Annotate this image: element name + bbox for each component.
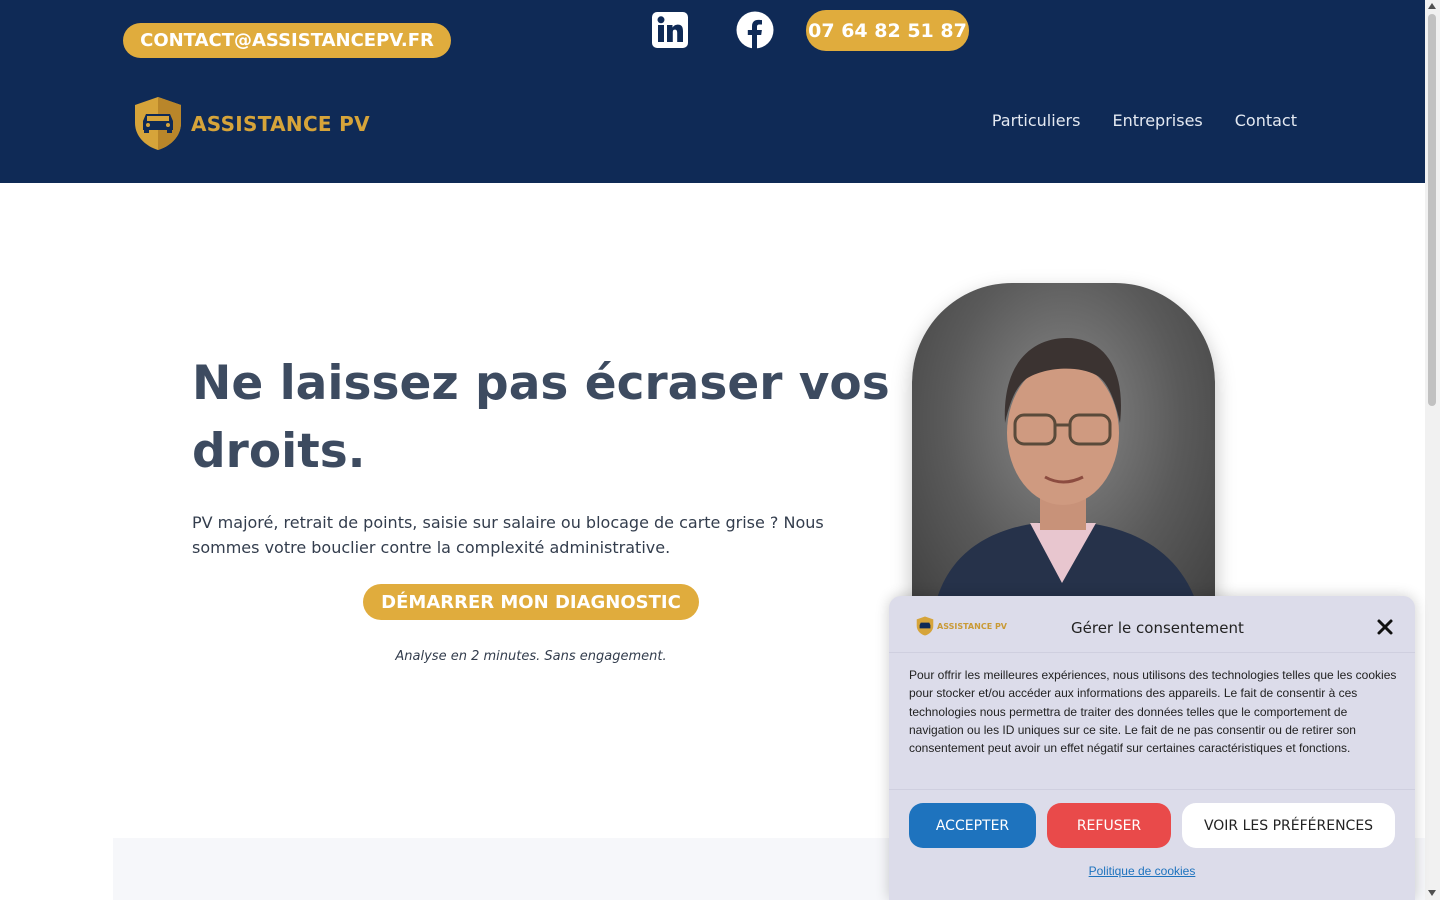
contact-email-button[interactable]: CONTACT@ASSISTANCEPV.FR [123, 23, 451, 58]
scroll-thumb[interactable] [1428, 14, 1436, 406]
shield-car-icon [135, 97, 181, 150]
page-scrollbar[interactable] [1425, 0, 1440, 900]
cta-note: Analyse en 2 minutes. Sans engagement. [395, 649, 667, 664]
linkedin-icon[interactable] [651, 11, 689, 49]
logo-text: ASSISTANCE PV [191, 111, 370, 136]
cookie-policy-link[interactable]: Politique de cookies [889, 864, 1395, 878]
site-header: CONTACT@ASSISTANCEPV.FR 07 64 82 51 87 A… [0, 0, 1425, 183]
portrait-photo [912, 283, 1215, 623]
cookie-consent-banner: ASSISTANCE PV Gérer le consentement Pour… [889, 596, 1415, 900]
consent-logo-text: ASSISTANCE PV [937, 621, 1007, 631]
scroll-up-arrow-icon[interactable] [1428, 3, 1436, 9]
consent-title: Gérer le consentement [1071, 619, 1244, 637]
facebook-icon[interactable] [736, 11, 774, 49]
hero-description: PV majoré, retrait de points, saisie sur… [192, 513, 824, 557]
site-logo[interactable]: ASSISTANCE PV [133, 96, 370, 151]
nav-particuliers[interactable]: Particuliers [992, 111, 1081, 130]
hero-title: Ne laissez pas écraser vos droits. [192, 356, 890, 479]
nav-entreprises[interactable]: Entreprises [1112, 111, 1202, 130]
consent-divider [889, 789, 1415, 790]
consent-logo: ASSISTANCE PV [916, 616, 1007, 636]
view-preferences-button[interactable]: VOIR LES PRÉFÉRENCES [1182, 803, 1395, 848]
consent-header: ASSISTANCE PV Gérer le consentement [889, 596, 1415, 653]
start-diagnostic-button[interactable]: DÉMARRER MON DIAGNOSTIC [363, 584, 699, 620]
scroll-down-arrow-icon[interactable] [1428, 890, 1436, 896]
nav-contact[interactable]: Contact [1235, 111, 1297, 130]
consent-message: Pour offrir les meilleures expériences, … [909, 668, 1397, 756]
phone-button[interactable]: 07 64 82 51 87 [806, 10, 969, 51]
shield-car-icon [916, 616, 934, 636]
refuse-cookies-button[interactable]: REFUSER [1047, 803, 1171, 848]
main-nav: Particuliers Entreprises Contact [992, 111, 1297, 130]
close-icon[interactable] [1376, 618, 1394, 636]
accept-cookies-button[interactable]: ACCEPTER [909, 803, 1036, 848]
